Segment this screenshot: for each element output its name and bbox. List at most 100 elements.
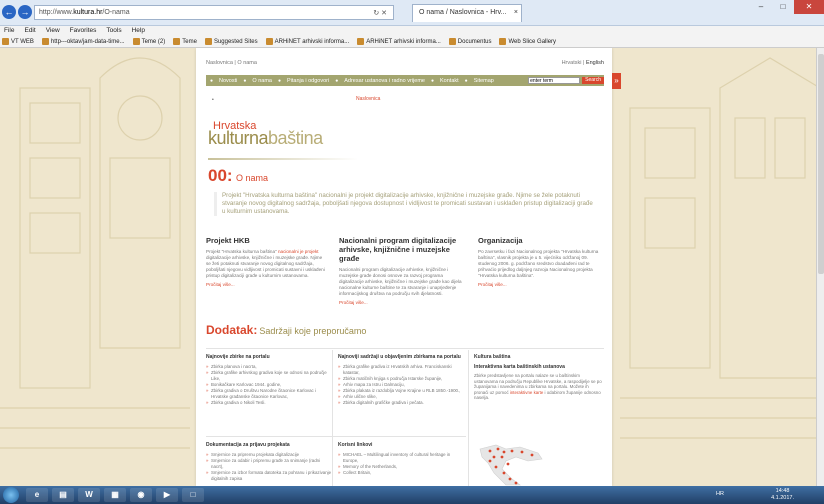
box-title: Dokumentacija za prijavu projekata: [206, 442, 290, 448]
scrollbar-thumb[interactable]: [818, 54, 824, 274]
map-text: Zbirke predstavljene na portalu nalaze s…: [474, 373, 602, 400]
list-item[interactable]: Smjernice za izbor formata datoteka za p…: [206, 470, 332, 482]
divider: [332, 350, 333, 486]
logo-underline: [208, 158, 358, 160]
lang-en-link[interactable]: English: [586, 60, 604, 66]
nav-bullet-icon: ●: [464, 77, 468, 84]
favorite-label: VT WEB: [11, 38, 34, 45]
menu-item-view[interactable]: View: [46, 26, 60, 36]
top-links[interactable]: Naslovnica | O nama: [206, 60, 257, 66]
nav-bullet-icon: ●: [210, 77, 214, 84]
maximize-button[interactable]: □: [772, 0, 794, 14]
favorite-link[interactable]: Teme: [173, 36, 197, 47]
divider: [468, 350, 469, 486]
nav-item[interactable]: Kontakt: [440, 78, 459, 84]
lang-hr-link[interactable]: Hrvatski: [562, 60, 582, 66]
page-number: 00:: [208, 166, 233, 185]
nav-item[interactable]: Adresar ustanova i radno vrijeme: [344, 78, 425, 84]
window-controls: – □ ✕: [750, 0, 824, 14]
list-item[interactable]: Zbirka grafike arhivskog gradiva koje se…: [206, 370, 332, 382]
favorite-label: Suggested Sites: [213, 38, 258, 45]
close-tab-icon[interactable]: ×: [514, 5, 518, 21]
inline-link[interactable]: interaktivne karte: [510, 390, 543, 395]
read-more-link[interactable]: Pročitaj više...: [206, 282, 326, 287]
favorite-icon: [173, 38, 181, 45]
favorite-label: http---oktav/jam-data-time...: [50, 38, 125, 45]
favorite-link[interactable]: Documentus: [448, 36, 491, 47]
page-title: O nama: [236, 173, 269, 183]
favorite-link[interactable]: ARHiNET arhivski informa...: [265, 36, 350, 47]
column-text: Nacionalni program digitalizacije arhivs…: [339, 267, 462, 296]
menu-item-favorites[interactable]: Favorites: [70, 26, 97, 36]
tab-o-nama[interactable]: O nama / Naslovnica - Hrv... ×: [412, 4, 522, 22]
list-item[interactable]: Smjernice za odabir i pripremu građe za …: [206, 458, 332, 470]
nav-item[interactable]: O nama: [252, 78, 272, 84]
map-heading[interactable]: Interaktivna karta baštinskih ustanova: [474, 364, 604, 370]
app-taskbar-icon[interactable]: ▦: [104, 488, 126, 502]
language-switch: Hrvatski | English: [561, 60, 604, 66]
list-item[interactable]: Collect Britain,: [338, 470, 464, 476]
search-input[interactable]: [528, 77, 581, 84]
divider: [206, 436, 466, 437]
minimize-button[interactable]: –: [750, 0, 772, 14]
side-arrow-icon[interactable]: »: [612, 73, 621, 89]
refresh-icon[interactable]: ↻ ✕: [373, 7, 387, 20]
inline-link[interactable]: nacionalni je projekt: [278, 249, 319, 254]
favorite-link[interactable]: http---oktav/jam-data-time...: [41, 36, 125, 47]
close-window-button[interactable]: ✕: [794, 0, 824, 14]
bullet-icon: •: [212, 97, 214, 103]
list-item[interactable]: Zbirka gradiva o Nikoli Tesli.: [206, 400, 332, 406]
box-title: Najnovije zbirke na portalu: [206, 354, 270, 360]
divider: [206, 348, 604, 349]
language-indicator[interactable]: HR: [716, 491, 724, 497]
logo-bottom[interactable]: kulturnabaština: [208, 128, 323, 149]
favorite-link[interactable]: ARHiNET arhivski informa...: [357, 36, 441, 47]
read-more-link[interactable]: Pročitaj više...: [478, 282, 603, 287]
favorite-label: ARHiNET arhivski informa...: [366, 38, 441, 45]
forward-button[interactable]: →: [18, 5, 32, 19]
box-list: MICHAEL – Multilingual inventory of cult…: [338, 452, 464, 476]
vertical-scrollbar[interactable]: [816, 48, 824, 486]
favorite-label: Web Slice Gallery: [508, 38, 557, 45]
content-page: Naslovnica | O nama Hrvatski | English ●…: [196, 48, 621, 486]
media-taskbar-icon[interactable]: ▶: [156, 488, 178, 502]
start-button[interactable]: [3, 487, 19, 503]
box-title: Korisni linkovi: [338, 442, 373, 448]
clock[interactable]: 14:48 4.1.2017.: [771, 488, 794, 501]
nav-item[interactable]: Pitanja i odgovori: [287, 78, 329, 84]
menu-item-tools[interactable]: Tools: [106, 26, 121, 36]
word-taskbar-icon[interactable]: W: [78, 488, 100, 502]
menu-item-help[interactable]: Help: [132, 26, 145, 36]
favorite-link[interactable]: Web Slice Gallery: [499, 36, 556, 47]
app2-taskbar-icon[interactable]: □: [182, 488, 204, 502]
search-button[interactable]: Search: [582, 77, 604, 84]
chrome-taskbar-icon[interactable]: ◉: [130, 488, 152, 502]
nav-bullet-icon: ●: [430, 77, 434, 84]
menu-item-file[interactable]: File: [4, 26, 14, 36]
menu-item-edit[interactable]: Edit: [24, 26, 35, 36]
column-title: Projekt HKB: [206, 236, 250, 245]
column-title: Organizacija: [478, 236, 523, 245]
breadcrumb[interactable]: Naslovnica: [356, 96, 380, 102]
favorite-link[interactable]: Teme (2): [132, 36, 165, 47]
folder-taskbar-icon[interactable]: ▤: [52, 488, 74, 502]
address-bar[interactable]: http://www.kultura.hr/O-nama ↻ ✕: [34, 5, 394, 20]
back-button[interactable]: ←: [2, 5, 16, 19]
list-item[interactable]: MICHAEL – Multilingual inventory of cult…: [338, 452, 464, 464]
favorite-link[interactable]: VT WEB: [2, 36, 34, 47]
read-more-link[interactable]: Pročitaj više...: [339, 300, 467, 305]
ie-taskbar-icon[interactable]: e: [26, 488, 48, 502]
browser-toolbar: ← → http://www.kultura.hr/O-nama ↻ ✕ O n…: [0, 0, 824, 26]
favorite-icon: [41, 38, 49, 45]
nav-item[interactable]: Novosti: [219, 78, 237, 84]
nav-item[interactable]: Sitemap: [474, 78, 494, 84]
list-item[interactable]: Zbirka grafike gradiva iz Hrvatskih arhi…: [338, 364, 464, 376]
favorite-link[interactable]: Suggested Sites: [204, 36, 258, 47]
box-najnoviji-sadrzaji: Najnoviji sadržaji u objavljenim zbirkam…: [338, 354, 464, 406]
box-list: Zbirka grafike gradiva iz Hrvatskih arhi…: [338, 364, 464, 406]
menu-bar: File Edit View Favorites Tools Help: [0, 26, 824, 36]
list-item[interactable]: Zbirka digitalnih grafičke gradiva i peč…: [338, 400, 464, 406]
list-item[interactable]: Zbirka gradiva o Društvu Narodne čitaoni…: [206, 388, 332, 400]
croatia-map-image[interactable]: [476, 443, 546, 486]
favorite-label: ARHiNET arhivski informa...: [274, 38, 350, 45]
